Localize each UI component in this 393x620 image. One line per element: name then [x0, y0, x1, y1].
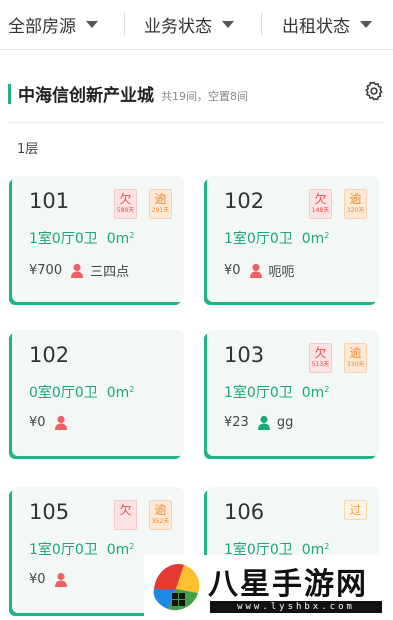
room-area: 0m [301, 385, 325, 401]
badge-label: 欠 [119, 192, 132, 206]
room-area: 0m [106, 542, 130, 558]
badge-label: 逾 [154, 192, 167, 206]
tenant-name: 三四点 [90, 265, 130, 280]
room-layout: 1室0厅0卫 [224, 385, 293, 401]
status-badge: 过 [344, 500, 367, 520]
filter-bar: 全部房源 业务状态 出租状态 [0, 0, 393, 50]
rent-price: ¥0 [29, 572, 46, 587]
rent-price: ¥0 [224, 263, 241, 278]
chevron-down-icon [86, 20, 98, 28]
status-badge: 逾 291天 [149, 189, 172, 219]
status-badge: 欠 [114, 500, 137, 530]
filter-rental-status-label: 出租状态 [282, 16, 350, 37]
badge-label: 逾 [349, 346, 362, 360]
filter-divider [261, 12, 262, 36]
badge-label: 欠 [314, 346, 327, 360]
room-card[interactable]: 101 欠 589天逾 291天 1室0厅0卫 0m2 ¥700 三四点 [12, 176, 184, 302]
room-card[interactable]: 102 欠 148天逾 320天 1室0厅0卫 0m2 ¥0 呃呃 [207, 176, 379, 302]
badge-days: 589天 [116, 207, 135, 214]
area-unit-superscript: 2 [324, 385, 330, 394]
status-badge: 逾 352天 [149, 500, 172, 530]
badge-days: 330天 [346, 361, 365, 368]
chevron-down-icon [360, 20, 372, 28]
filter-business-status[interactable]: 业务状态 [144, 0, 234, 48]
badge-days: 513天 [311, 361, 330, 368]
badge-days: 148天 [311, 207, 330, 214]
rent-row: ¥23 gg [224, 415, 293, 430]
chevron-down-icon [222, 20, 234, 28]
filter-divider [124, 12, 125, 36]
room-area: 0m [301, 231, 325, 247]
filter-rental-status[interactable]: 出租状态 [282, 0, 372, 48]
room-number: 102 [29, 343, 70, 367]
floor-label: 1层 [17, 142, 39, 157]
area-unit-superscript: 2 [324, 542, 330, 551]
room-layout: 1室0厅0卫 [29, 231, 98, 247]
badge-days: 320天 [346, 207, 365, 214]
project-summary: 共19间，空置8间 [161, 90, 248, 103]
tenant-person-icon [257, 415, 270, 430]
area-unit-superscript: 2 [129, 542, 135, 551]
watermark-url: www.lyshbx.com [210, 601, 382, 613]
divider [8, 122, 384, 123]
tenant-person-icon [54, 572, 67, 587]
tenant-name: 呃呃 [268, 265, 295, 280]
tenant-name: gg [276, 415, 294, 430]
status-badge: 逾 320天 [344, 189, 367, 219]
filter-all-listings[interactable]: 全部房源 [8, 0, 98, 48]
status-badge: 欠 513天 [309, 343, 332, 373]
rent-row: ¥0 呃呃 [224, 261, 295, 280]
status-badge: 逾 330天 [344, 343, 367, 373]
room-layout-area: 1室0厅0卫 0m2 [224, 228, 329, 248]
tenant-person-icon [54, 415, 67, 430]
gear-icon[interactable] [363, 80, 385, 102]
room-layout: 0室0厅0卫 [29, 385, 98, 401]
rent-row: ¥0 [29, 572, 68, 587]
area-unit-superscript: 2 [324, 231, 330, 240]
area-unit-superscript: 2 [129, 231, 135, 240]
room-layout: 1室0厅0卫 [224, 231, 293, 247]
watermark-title: 八星手游网 [208, 567, 368, 602]
room-area: 0m [106, 385, 130, 401]
badge-label: 逾 [154, 503, 167, 517]
area-unit-superscript: 2 [129, 385, 135, 394]
badge-days: 352天 [151, 518, 170, 525]
tenant-person-icon [71, 263, 84, 278]
room-card[interactable]: 102 0室0厅0卫 0m2 ¥0 [12, 330, 184, 456]
status-badge: 欠 148天 [309, 189, 332, 219]
room-layout-area: 1室0厅0卫 0m2 [29, 228, 134, 248]
room-number: 103 [224, 343, 265, 367]
room-number: 105 [29, 500, 70, 524]
room-area: 0m [106, 231, 130, 247]
badge-label: 过 [349, 503, 362, 517]
rent-price: ¥0 [29, 415, 46, 430]
watermark: 八星手游网 www.lyshbx.com [144, 555, 393, 620]
tenant-person-icon [249, 263, 262, 278]
title-accent-bar [8, 84, 11, 104]
filter-business-status-label: 业务状态 [144, 16, 212, 37]
room-layout-area: 1室0厅0卫 0m2 [29, 539, 134, 559]
rent-price: ¥23 [224, 415, 249, 430]
badge-label: 欠 [119, 503, 132, 517]
badge-days: 291天 [151, 207, 170, 214]
room-number: 106 [224, 500, 265, 524]
room-number: 102 [224, 189, 265, 213]
room-layout-area: 1室0厅0卫 0m2 [224, 382, 329, 402]
project-title: 中海信创新产业城 [18, 86, 154, 106]
project-header: 中海信创新产业城 共19间，空置8间 [8, 80, 388, 108]
rent-price: ¥700 [29, 263, 63, 278]
room-layout: 1室0厅0卫 [29, 542, 98, 558]
room-card[interactable]: 103 欠 513天逾 330天 1室0厅0卫 0m2 ¥23 gg [207, 330, 379, 456]
room-layout-area: 0室0厅0卫 0m2 [29, 382, 134, 402]
room-number: 101 [29, 189, 70, 213]
rent-row: ¥0 [29, 415, 68, 430]
badge-label: 逾 [349, 192, 362, 206]
rent-row: ¥700 三四点 [29, 261, 129, 280]
filter-all-listings-label: 全部房源 [8, 16, 76, 37]
watermark-logo-icon [153, 564, 200, 611]
badge-label: 欠 [314, 192, 327, 206]
status-badge: 欠 589天 [114, 189, 137, 219]
